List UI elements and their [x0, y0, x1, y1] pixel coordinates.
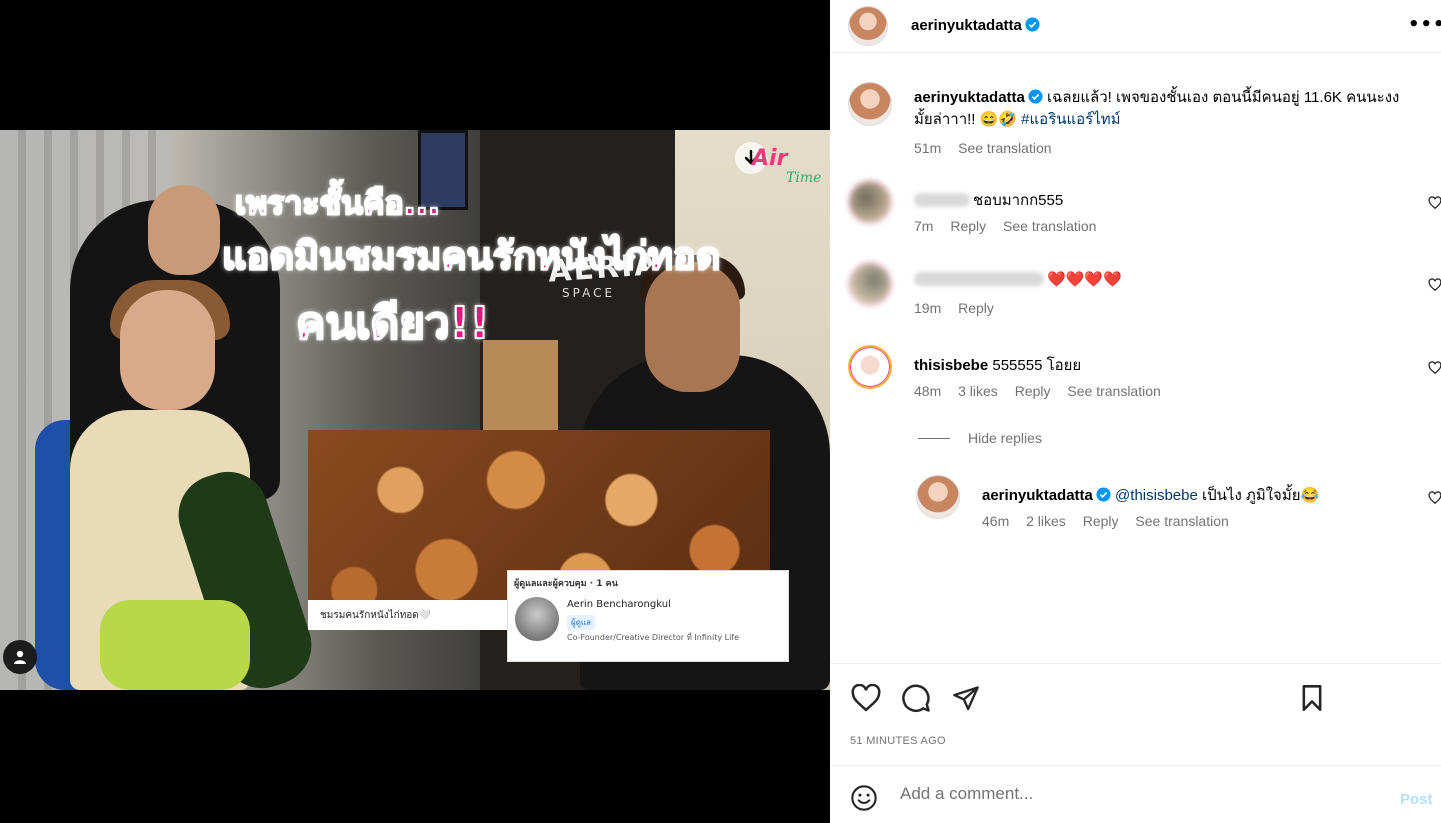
add-comment-bar: Post	[830, 765, 1441, 823]
instagram-post-modal: AERIAL SPACE เพราะชั้นคือ... แอดมินชมรมค…	[0, 0, 1441, 823]
caption-meta: 51m See translation	[914, 140, 1065, 156]
wall-sign-sub: SPACE	[562, 286, 616, 300]
comment-see-translation[interactable]: See translation	[1067, 383, 1160, 399]
reply-time[interactable]: 46m	[982, 513, 1009, 529]
caption-hashtag[interactable]: #แอรินแอร์ไทม์	[1021, 111, 1120, 128]
fb-admin-badge: ผู้ดูแล	[567, 615, 595, 630]
commenter-avatar[interactable]	[848, 180, 892, 224]
emoji-smile-icon[interactable]	[850, 784, 878, 812]
author-username[interactable]: aerinyuktadatta	[911, 17, 1022, 34]
post-actions-bar: 51 MINUTES AGO	[830, 663, 1441, 765]
food-image-label: ชมรมคนรักหนังไก่ทอด🤍	[308, 600, 513, 630]
caption-username[interactable]: aerinyuktadatta	[914, 89, 1025, 106]
comment-time[interactable]: 48m	[914, 383, 941, 399]
hide-replies-label: Hide replies	[968, 430, 1042, 446]
comment-reply-button[interactable]: Reply	[958, 300, 994, 316]
comment-time[interactable]: 7m	[914, 218, 933, 234]
fb-admin-name: Aerin Bencharongkul	[567, 599, 671, 610]
caption-text-block: aerinyuktadatta เฉลยแล้ว! เพจของชั้นเอง …	[914, 87, 1414, 131]
reply-mention[interactable]: @thisisbebe	[1115, 487, 1198, 504]
like-comment-heart-icon[interactable]	[1428, 278, 1441, 292]
commenter-avatar[interactable]	[848, 345, 892, 389]
comment-text-block: ❤️❤️❤️❤️	[914, 270, 1122, 288]
caption-time[interactable]: 51m	[914, 140, 941, 156]
verified-badge-icon	[1028, 89, 1043, 104]
reply-likes[interactable]: 2 likes	[1026, 513, 1066, 529]
share-paper-plane-icon[interactable]	[950, 682, 982, 714]
fb-admin-avatar	[515, 597, 559, 641]
comment-reply-button[interactable]: Reply	[1015, 383, 1051, 399]
reply-text-block: aerinyuktadatta @thisisbebe เป็นไง ภูมิใ…	[982, 483, 1319, 507]
reply-author-avatar[interactable]	[916, 475, 960, 519]
comment-likes[interactable]: 3 likes	[958, 383, 998, 399]
reply-see-translation[interactable]: See translation	[1135, 513, 1228, 529]
person-back-head	[148, 185, 220, 275]
like-comment-heart-icon[interactable]	[1428, 361, 1441, 375]
comment-text-block: ชอบมากก555	[914, 188, 1063, 212]
post-details-panel: aerinyuktadatta ••• aerinyuktadatta เฉลย…	[830, 0, 1441, 823]
comment-meta: 7m Reply See translation	[914, 218, 1109, 234]
commenter-avatar[interactable]	[848, 262, 892, 306]
post-header: aerinyuktadatta •••	[830, 0, 1441, 53]
post-comment-button[interactable]: Post	[1400, 791, 1433, 808]
video-frame[interactable]: AERIAL SPACE เพราะชั้นคือ... แอดมินชมรมค…	[0, 130, 830, 690]
like-comment-heart-icon[interactable]	[1428, 196, 1441, 210]
post-timestamp[interactable]: 51 MINUTES AGO	[850, 735, 946, 747]
facebook-admin-card: ผู้ดูแลและผู้ควบคุม · 1 คน Aerin Benchar…	[507, 570, 789, 662]
comment-text: ชอบมากก555	[973, 192, 1064, 209]
reply-text: เป็นไง ภูมิใจมั้ย😂	[1197, 487, 1320, 504]
tagged-users-icon[interactable]	[3, 640, 37, 674]
video-caption-line2: แอดมินชมรมคนรักหนังไก่ทอด	[221, 233, 721, 279]
comment-text-block: thisisbebe 555555 โอยย	[914, 353, 1081, 377]
comment-text: 555555 โอยย	[992, 357, 1082, 374]
video-caption-line3: คนเดียว!!	[295, 297, 491, 350]
verified-badge-icon	[1096, 487, 1111, 502]
post-media[interactable]: AERIAL SPACE เพราะชั้นคือ... แอดมินชมรมค…	[0, 0, 830, 823]
hide-replies-line	[918, 437, 950, 439]
hide-replies-button[interactable]: Hide replies	[918, 430, 1042, 446]
video-caption-line1: เพราะชั้นคือ...	[234, 183, 441, 223]
add-comment-input[interactable]	[900, 784, 1380, 804]
fb-card-header: ผู้ดูแลและผู้ควบคุม · 1 คน	[514, 579, 618, 589]
comment-reply-button[interactable]: Reply	[950, 218, 986, 234]
commenter-username-blurred[interactable]	[914, 272, 1044, 286]
fb-admin-role: Co-Founder/Creative Director ที่ Infinit…	[567, 633, 740, 642]
verified-badge-icon	[1025, 17, 1040, 32]
reply-reply-button[interactable]: Reply	[1083, 513, 1119, 529]
more-options-button[interactable]: •••	[1408, 14, 1441, 35]
caption-see-translation[interactable]: See translation	[958, 140, 1051, 156]
person-front-head	[120, 290, 215, 410]
comment-text: ❤️❤️❤️❤️	[1047, 271, 1122, 288]
airtime-logo-air: Air	[752, 146, 788, 171]
like-reply-heart-icon[interactable]	[1428, 491, 1441, 505]
like-heart-icon[interactable]	[850, 682, 882, 714]
commenter-username[interactable]: thisisbebe	[914, 357, 988, 374]
author-avatar[interactable]	[848, 6, 888, 46]
comment-time[interactable]: 19m	[914, 300, 941, 316]
comment-bubble-icon[interactable]	[900, 682, 932, 714]
commenter-username-blurred[interactable]	[914, 193, 970, 207]
author-username-row: aerinyuktadatta	[911, 17, 1040, 34]
caption-author-avatar[interactable]	[848, 82, 892, 126]
reply-meta: 46m 2 likes Reply See translation	[982, 513, 1242, 529]
person-front-shorts	[100, 600, 250, 690]
comment-meta: 19m Reply	[914, 300, 1007, 316]
airtime-logo-time: Time	[786, 170, 822, 186]
save-bookmark-icon[interactable]	[1296, 682, 1328, 714]
comment-meta: 48m 3 likes Reply See translation	[914, 383, 1174, 399]
comment-see-translation[interactable]: See translation	[1003, 218, 1096, 234]
reply-username[interactable]: aerinyuktadatta	[982, 487, 1093, 504]
